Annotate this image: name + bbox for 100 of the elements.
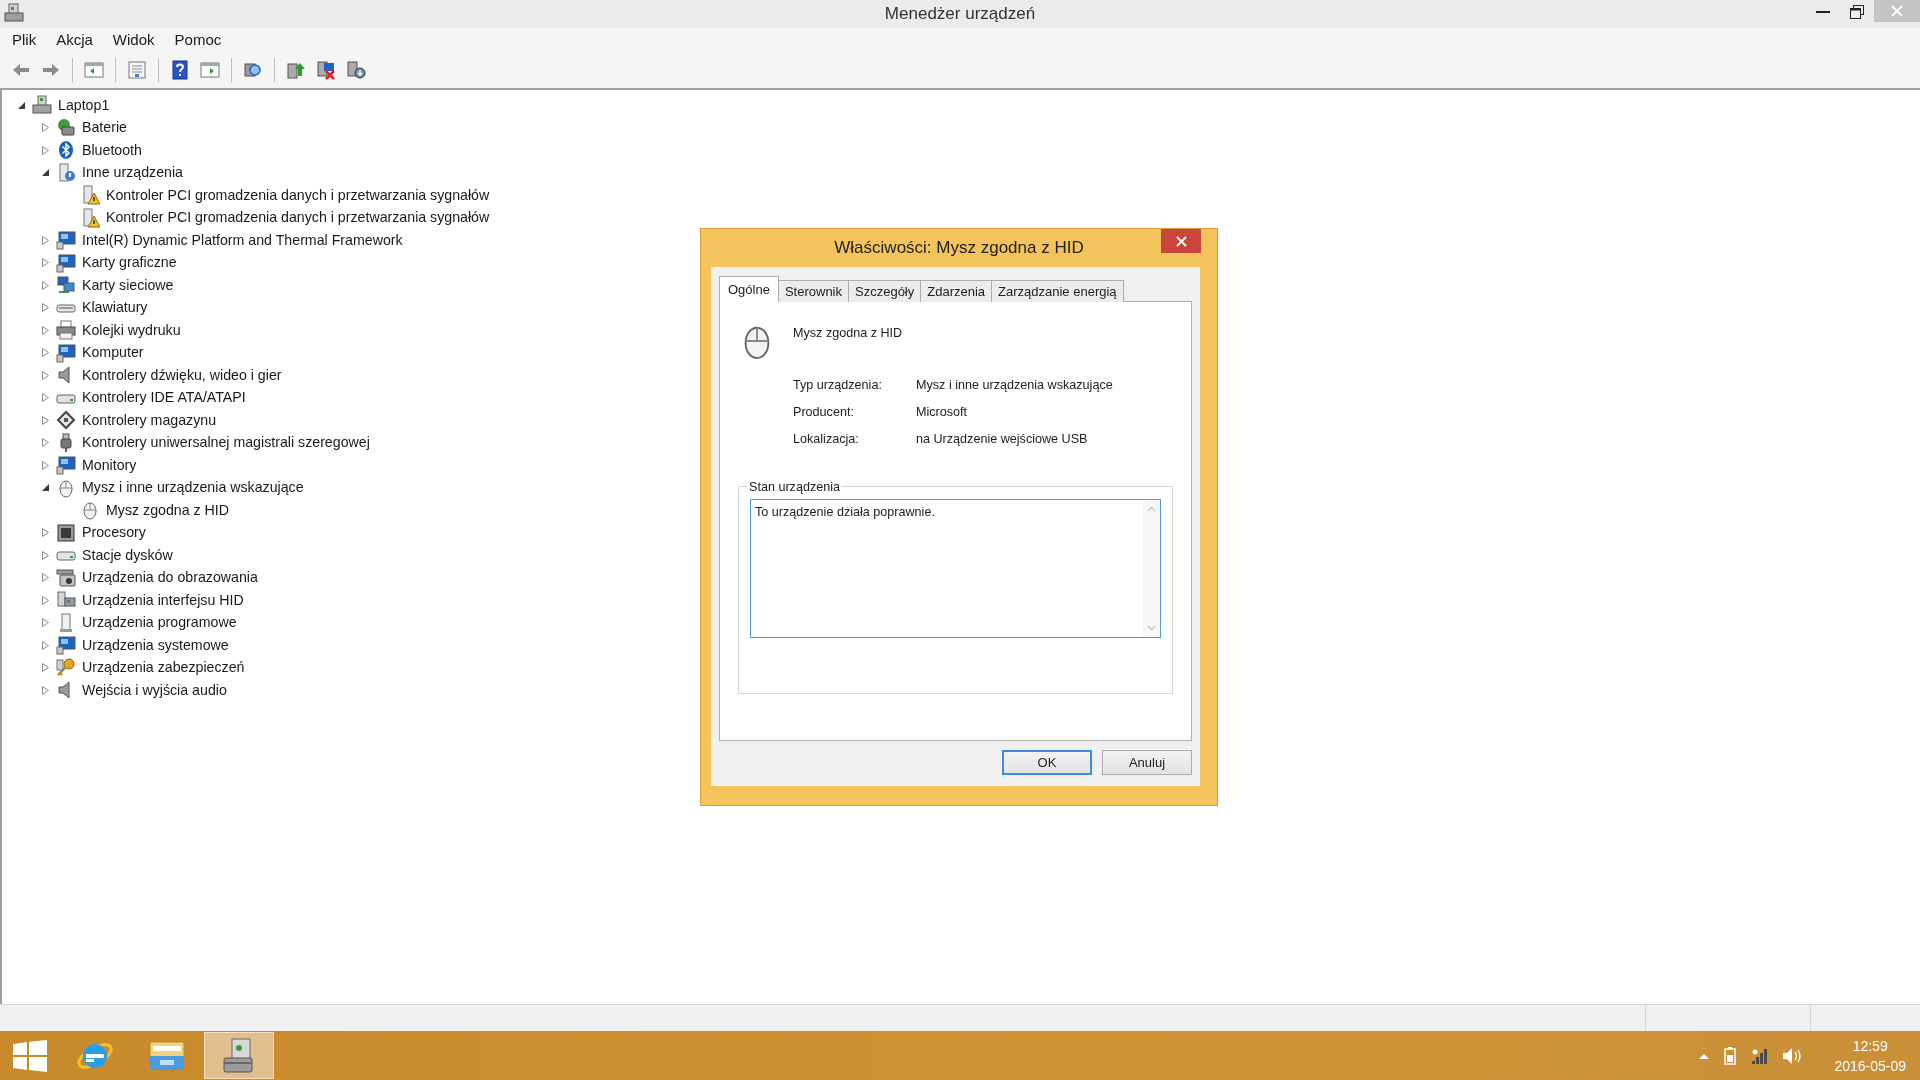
tree-item[interactable]: Kontrolery magazynu <box>82 409 217 431</box>
tree-item[interactable]: Wejścia i wyjścia audio <box>82 679 227 701</box>
tree-item[interactable]: Urządzenia do obrazowania <box>82 567 258 589</box>
tree-item[interactable]: Mysz zgodna z HID <box>106 499 229 521</box>
tree-item[interactable]: Mysz i inne urządzenia wskazujące <box>82 477 304 499</box>
expand-arrow-icon[interactable] <box>40 595 50 605</box>
close-button[interactable] <box>1161 229 1201 253</box>
expand-arrow-icon[interactable] <box>40 640 50 650</box>
expand-arrow-icon[interactable] <box>40 325 50 335</box>
status-text: To urządzenie działa poprawnie. <box>754 504 936 521</box>
tree-item[interactable]: Procesory <box>82 522 146 544</box>
tree-item[interactable]: Bluetooth <box>82 139 142 161</box>
tree-item[interactable]: Kontrolery dźwięku, wideo i gier <box>82 364 282 386</box>
expand-arrow-icon[interactable] <box>40 258 50 268</box>
close-icon <box>1175 235 1187 247</box>
tree-item[interactable]: Kontrolery IDE ATA/ATAPI <box>82 387 246 409</box>
expand-arrow-icon[interactable] <box>40 123 50 133</box>
expand-arrow-icon[interactable] <box>40 303 50 313</box>
dialog-button[interactable]: Anuluj <box>1102 750 1192 775</box>
properties-icon[interactable] <box>127 60 147 80</box>
chip-icon <box>56 522 76 543</box>
tree-item[interactable]: Kontrolery uniwersalnej magistrali szeregowej <box>82 432 370 454</box>
tab[interactable]: Zdarzenia <box>920 280 993 302</box>
mouse-icon <box>56 477 76 498</box>
monitor-icon <box>56 230 76 251</box>
property-label: Producent: <box>793 404 855 422</box>
expand-arrow-icon[interactable] <box>40 415 50 425</box>
tab[interactable]: Sterownik <box>777 280 849 302</box>
clock-date: 2016-05-09 <box>1834 1056 1906 1076</box>
collapse-arrow-icon[interactable] <box>40 168 50 178</box>
tree-item[interactable]: Stacje dysków <box>82 544 173 566</box>
expand-arrow-icon[interactable] <box>40 438 50 448</box>
help-icon[interactable] <box>170 60 190 80</box>
tab[interactable]: Szczegóły <box>848 280 922 302</box>
network-icon <box>56 275 76 296</box>
menu-item[interactable]: Pomoc <box>166 28 230 52</box>
tab[interactable]: Ogólne <box>719 276 779 302</box>
clock-time: 12:59 <box>1851 1036 1889 1056</box>
tree-item[interactable]: Kontroler PCI gromadzenia danych i przetwarzania sygnałów <box>106 207 490 229</box>
property-value: na Urządzenie wejściowe USB <box>916 431 1088 449</box>
expand-arrow-icon[interactable] <box>40 145 50 155</box>
menu-item[interactable]: Widok <box>104 28 163 52</box>
windows-logo-icon <box>13 1039 47 1072</box>
collapse-arrow-icon[interactable] <box>16 100 26 110</box>
collapse-arrow-icon[interactable] <box>40 483 50 493</box>
device-name: Mysz zgodna z HID <box>793 325 903 342</box>
tab[interactable]: Zarządzanie energią <box>991 280 1124 302</box>
device-question-icon <box>56 162 76 183</box>
tree-item[interactable]: Urządzenia programowe <box>82 612 237 634</box>
camera-icon <box>56 567 76 588</box>
tree-item[interactable]: Intel(R) Dynamic Platform and Thermal Framework <box>82 229 403 251</box>
computer-icon <box>32 95 52 116</box>
expand-arrow-icon[interactable] <box>40 393 50 403</box>
panel-icon[interactable] <box>84 60 104 80</box>
update-icon[interactable] <box>286 60 306 80</box>
expand-arrow-icon[interactable] <box>40 348 50 358</box>
expand-arrow-icon[interactable] <box>40 528 50 538</box>
expand-arrow-icon[interactable] <box>40 618 50 628</box>
expand-arrow-icon[interactable] <box>40 235 50 245</box>
device-warning-icon <box>80 207 100 228</box>
dialog-title: Właściwości: Mysz zgodna z HID <box>834 237 1084 260</box>
tree-item[interactable]: Urządzenia zabezpieczeń <box>82 657 245 679</box>
tree-item[interactable]: Inne urządzenia <box>82 162 183 184</box>
tree-item[interactable]: Monitory <box>82 454 137 476</box>
property-label: Lokalizacja: <box>793 431 860 449</box>
battery-icon <box>56 117 76 138</box>
expand-arrow-icon[interactable] <box>40 550 50 560</box>
monitor-icon <box>56 455 76 476</box>
show-hidden-icons-icon[interactable] <box>1698 1051 1711 1060</box>
expand-arrow-icon[interactable] <box>40 370 50 380</box>
menu-item[interactable]: Akcja <box>48 28 101 52</box>
window-title: Menedżer urządzeń <box>884 4 1036 23</box>
bluetooth-icon <box>56 140 76 161</box>
tree-item[interactable]: Urządzenia systemowe <box>82 634 229 656</box>
battery-icon[interactable] <box>1724 1046 1737 1065</box>
expand-arrow-icon[interactable] <box>40 685 50 695</box>
tree-item[interactable]: Urządzenia interfejsu HID <box>82 589 244 611</box>
panel-icon[interactable] <box>200 60 220 80</box>
property-label: Typ urządzenia: <box>793 377 883 395</box>
tree-item[interactable]: Kolejki wydruku <box>82 319 181 341</box>
taskbar-button[interactable] <box>204 1032 274 1079</box>
tree-item[interactable]: Karty graficzne <box>82 252 177 274</box>
menu-item[interactable]: Plik <box>4 28 45 52</box>
expand-arrow-icon[interactable] <box>40 460 50 470</box>
expand-arrow-icon[interactable] <box>40 573 50 583</box>
tree-item[interactable]: Baterie <box>82 117 127 139</box>
key-icon <box>56 657 76 678</box>
tree-item[interactable]: Laptop1 <box>58 94 110 116</box>
tree-item[interactable]: Karty sieciowe <box>82 274 174 296</box>
signal-icon[interactable] <box>1750 1046 1769 1065</box>
expand-arrow-icon[interactable] <box>40 280 50 290</box>
property-value: Mysz i inne urządzenia wskazujące <box>916 377 1113 395</box>
tree-item[interactable]: Komputer <box>82 342 144 364</box>
monitor-icon <box>56 342 76 363</box>
expand-arrow-icon[interactable] <box>40 663 50 673</box>
dialog-button[interactable]: OK <box>1002 750 1092 775</box>
tree-item[interactable]: Klawiatury <box>82 297 148 319</box>
tree-item[interactable]: Kontroler PCI gromadzenia danych i przetwarzania sygnałów <box>106 184 490 206</box>
minimize-icon <box>1816 10 1830 14</box>
computer-icon <box>3 3 25 23</box>
